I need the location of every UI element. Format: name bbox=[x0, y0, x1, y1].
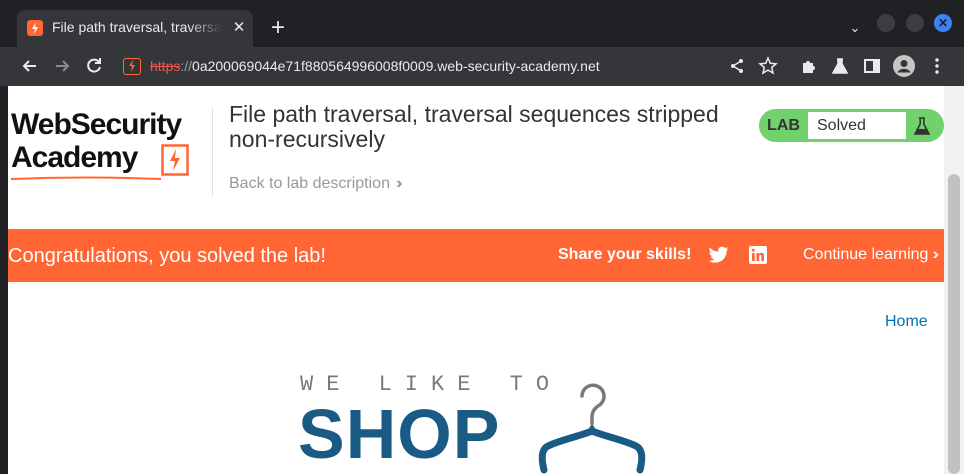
url-scheme: https bbox=[150, 58, 181, 74]
continue-learning-link[interactable]: Continue learning ›› bbox=[803, 246, 939, 264]
browser-toolbar: https://0a200069044e71f880564996008f0009… bbox=[0, 47, 964, 86]
linkedin-icon[interactable] bbox=[749, 246, 767, 264]
puzzle-icon[interactable] bbox=[798, 55, 820, 77]
avatar-icon[interactable] bbox=[893, 55, 915, 77]
window-close-button[interactable]: ✕ bbox=[934, 14, 952, 32]
reload-icon[interactable] bbox=[83, 55, 105, 77]
shop-logo-word: SHOP bbox=[298, 395, 501, 473]
share-skills-label: Share your skills! bbox=[558, 246, 692, 263]
congratulations-message: Congratulations, you solved the lab! bbox=[8, 245, 326, 267]
we-like-to-shop-logo: WE LIKE TO SHOP bbox=[298, 372, 660, 474]
logo-line-1: WebSecurity bbox=[11, 108, 182, 141]
web-security-academy-logo[interactable]: WebSecurity Academy bbox=[11, 108, 211, 180]
tab-title: File path traversal, traversal sequences… bbox=[52, 19, 222, 35]
browser-tab[interactable]: File path traversal, traversal sequences… bbox=[17, 10, 253, 47]
double-chevron-right-icon: ›› bbox=[395, 175, 402, 192]
twitter-icon[interactable] bbox=[709, 246, 729, 264]
back-arrow-icon[interactable] bbox=[19, 55, 41, 77]
side-panel-icon[interactable] bbox=[861, 55, 883, 77]
back-to-lab-description-link[interactable]: Back to lab description ›› bbox=[229, 175, 402, 193]
home-link[interactable]: Home bbox=[885, 313, 928, 331]
lab-status-label: LAB bbox=[767, 117, 800, 134]
logo-line-2: Academy bbox=[11, 141, 138, 174]
address-bar[interactable]: https://0a200069044e71f880564996008f0009… bbox=[114, 52, 790, 81]
flask-icon bbox=[913, 117, 931, 135]
header-divider bbox=[212, 108, 213, 196]
not-secure-icon[interactable] bbox=[123, 58, 141, 75]
hanger-icon bbox=[538, 383, 646, 474]
academy-header: WebSecurity Academy File path traversal,… bbox=[8, 86, 944, 229]
url-host: 0a200069044e71f880564996008f0009.web-sec… bbox=[192, 58, 600, 74]
page-content: WebSecurity Academy File path traversal,… bbox=[8, 86, 944, 474]
lab-title: File path traversal, traversal sequences… bbox=[229, 101, 719, 152]
url-text[interactable]: https://0a200069044e71f880564996008f0009… bbox=[150, 58, 600, 74]
window-minimize-button[interactable] bbox=[877, 14, 895, 32]
back-link-label: Back to lab description bbox=[229, 175, 390, 192]
browser-tab-strip: File path traversal, traversal sequences… bbox=[0, 0, 964, 47]
scrollbar-thumb[interactable] bbox=[948, 174, 960, 474]
close-icon[interactable]: ✕ bbox=[229, 18, 249, 38]
logo-underline bbox=[11, 176, 161, 180]
forward-arrow-icon[interactable] bbox=[51, 55, 73, 77]
page-scrollbar[interactable] bbox=[944, 86, 964, 474]
kebab-menu-icon[interactable] bbox=[926, 55, 948, 77]
congratulations-banner: Congratulations, you solved the lab! Sha… bbox=[8, 229, 944, 282]
tab-search-button[interactable]: ⌄ bbox=[845, 18, 865, 38]
url-separator: :// bbox=[180, 58, 193, 74]
continue-learning-label: Continue learning bbox=[803, 246, 929, 263]
window-maximize-button[interactable] bbox=[906, 14, 924, 32]
flask-icon[interactable] bbox=[829, 55, 851, 77]
logo-lightning-icon bbox=[161, 144, 189, 176]
lightning-icon bbox=[27, 20, 43, 36]
new-tab-button[interactable]: + bbox=[266, 16, 290, 40]
lab-status-widget: LAB Solved bbox=[759, 109, 944, 142]
share-icon[interactable] bbox=[726, 55, 748, 77]
star-icon[interactable] bbox=[757, 55, 779, 77]
lab-status-value: Solved bbox=[808, 112, 906, 139]
double-chevron-right-icon: ›› bbox=[932, 246, 938, 263]
